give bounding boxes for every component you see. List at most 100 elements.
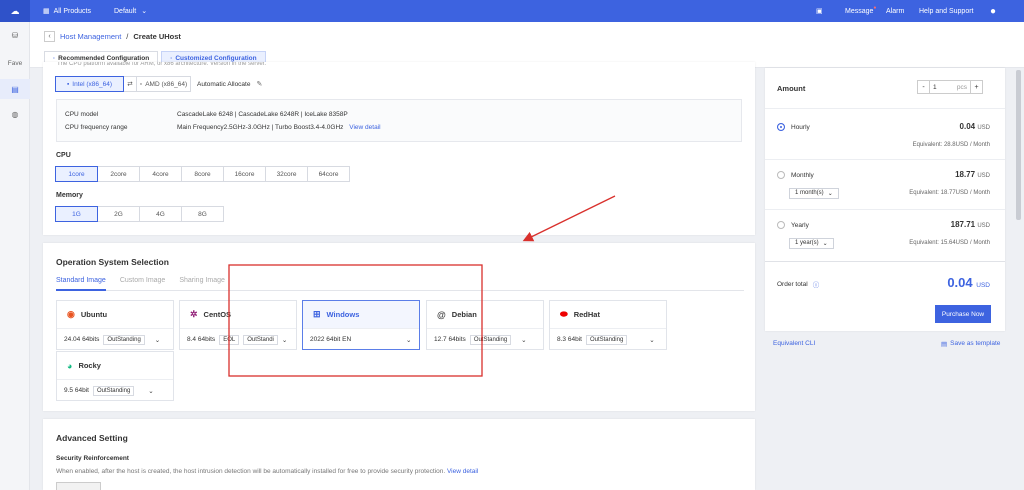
arch-selector: ▪ Intel (x86_64) ⇄ ▫ AMD (x86_64) Automati…	[55, 76, 262, 92]
edit-icon[interactable]: ✎	[256, 80, 262, 88]
os-card-ubuntu[interactable]: ◉ Ubuntu 24.04 64bits OutStanding ⌄	[56, 300, 174, 350]
chevron-down-icon: ⌄	[154, 336, 161, 344]
year-select[interactable]: 1 year(s) ⌄	[789, 238, 834, 249]
chevron-down-icon: ⌄	[649, 336, 655, 344]
monitor-icon[interactable]: ⛁	[0, 28, 30, 42]
host-icon[interactable]: ▤	[0, 79, 30, 99]
version-select[interactable]: 24.04 64bits OutStanding ⌄	[57, 329, 173, 350]
memory-options: 1G 2G 4G 8G	[55, 206, 224, 222]
user-avatar-icon[interactable]: ●	[990, 0, 996, 22]
version-select[interactable]: 8.4 64bits EOL OutStandi ⌄	[180, 329, 296, 350]
tab-standard-image[interactable]: Standard Image	[56, 277, 106, 291]
cpu-option[interactable]: 16core	[223, 166, 266, 182]
security-toggle[interactable]	[56, 482, 101, 490]
order-total-label: Order total ⓘ	[777, 279, 820, 290]
equivalent-cli-link[interactable]: Equivalent CLI	[773, 340, 815, 347]
advanced-title: Advanced Setting	[56, 433, 128, 443]
cpu-option[interactable]: 4core	[139, 166, 182, 182]
memory-option[interactable]: 1G	[55, 206, 98, 222]
windows-icon: ⊞	[313, 309, 321, 319]
tab-custom-image[interactable]: Custom Image	[120, 277, 166, 290]
chevron-down-icon: ⌄	[148, 387, 154, 395]
cpu-option[interactable]: 1core	[55, 166, 98, 182]
message-link[interactable]: Message ●	[845, 0, 876, 22]
clipped-description: The CPU platform available for ARM, or x…	[57, 62, 267, 67]
globe-icon[interactable]: ◍	[0, 107, 30, 121]
amount-input[interactable]: 1 pcs	[930, 80, 970, 94]
cpu-option[interactable]: 2core	[97, 166, 140, 182]
amd-icon: ▫	[139, 80, 143, 88]
scrollbar[interactable]	[1016, 70, 1021, 220]
plus-button[interactable]: +	[970, 80, 983, 94]
os-card-windows[interactable]: ⊞ Windows 2022 64bit EN ⌄	[302, 300, 420, 350]
amount-label: Amount	[777, 84, 806, 93]
memory-option[interactable]: 4G	[139, 206, 182, 222]
billing-monthly[interactable]: Monthly	[777, 171, 814, 179]
logo-icon[interactable]: ☁	[0, 0, 30, 22]
chevron-down-icon: ⌄	[822, 241, 828, 247]
amount-stepper: - 1 pcs +	[917, 80, 983, 94]
redhat-icon: ⬬	[560, 309, 568, 319]
breadcrumb-parent[interactable]: Host Management	[60, 32, 121, 41]
radio-yearly[interactable]	[777, 221, 785, 229]
version-select[interactable]: 12.7 64bits OutStanding ⌄	[427, 329, 543, 350]
cpu-config-card: The CPU platform available for ARM, or x…	[43, 62, 755, 235]
version-select[interactable]: 8.3 64bit OutStanding ⌄	[550, 329, 666, 350]
breadcrumb: ‹ Host Management / Create UHost	[44, 31, 181, 42]
region-dropdown[interactable]: Default ⌄	[114, 0, 147, 22]
help-link[interactable]: Help and Support	[919, 0, 973, 22]
cpu-option[interactable]: 32core	[265, 166, 308, 182]
os-card-redhat[interactable]: ⬬ RedHat 8.3 64bit OutStanding ⌄	[549, 300, 667, 350]
memory-label: Memory	[56, 192, 83, 199]
cpu-options: 1core 2core 4core 8core 16core 32core 64…	[55, 166, 350, 182]
breadcrumb-current: Create UHost	[133, 32, 181, 41]
arch-amd-button[interactable]: ▫ AMD (x86_64)	[136, 76, 191, 92]
order-panel: Amount - 1 pcs + Hourly 0.04 USD Equivale…	[765, 68, 1005, 331]
billing-yearly[interactable]: Yearly	[777, 221, 809, 229]
os-card-centos[interactable]: ✲ CentOS 8.4 64bits EOL OutStandi ⌄	[179, 300, 297, 350]
version-select[interactable]: 2022 64bit EN ⌄	[303, 329, 419, 350]
tab-sharing-image[interactable]: Sharing Image	[179, 277, 225, 290]
minus-button[interactable]: -	[917, 80, 930, 94]
memory-option[interactable]: 8G	[181, 206, 224, 222]
all-products-menu[interactable]: ▦ All Products	[43, 0, 91, 22]
cpu-option[interactable]: 64core	[307, 166, 350, 182]
cpu-label: CPU	[56, 152, 71, 159]
chip-icon: ▪	[66, 80, 70, 88]
chevron-down-icon: ⌄	[406, 336, 412, 344]
info-icon[interactable]: ⓘ	[813, 279, 820, 289]
billing-hourly[interactable]: Hourly	[777, 123, 810, 131]
radio-monthly[interactable]	[777, 171, 785, 179]
left-sidebar: ⛁ Fave ▤ ◍	[0, 22, 30, 490]
save-template-link[interactable]: ▤ Save as template	[941, 340, 1000, 348]
purchase-now-button[interactable]: Purchase Now	[935, 305, 991, 323]
image-tabs: Standard Image Custom Image Sharing Imag…	[56, 277, 744, 291]
auto-allocate-label[interactable]: Automatic Allocate	[197, 81, 250, 88]
os-card-rocky[interactable]: ◕ Rocky 9.5 64bit OutStanding ⌄	[56, 351, 174, 401]
version-select[interactable]: 9.5 64bit OutStanding ⌄	[57, 380, 173, 401]
alarm-link[interactable]: Alarm	[886, 0, 904, 22]
view-detail-link[interactable]: View detail	[447, 468, 478, 475]
month-select[interactable]: 1 month(s) ⌄	[789, 188, 839, 199]
fave-label[interactable]: Fave	[0, 57, 30, 69]
security-label: Security Reinforcement	[56, 455, 129, 462]
console-icon[interactable]: ▣	[816, 0, 823, 22]
os-selection-card: Operation System Selection Standard Imag…	[43, 243, 755, 411]
memory-option[interactable]: 2G	[97, 206, 140, 222]
grid-icon: ▦	[43, 8, 50, 15]
order-total-price: 0.04 USD	[947, 275, 990, 290]
os-section-title: Operation System Selection	[56, 257, 169, 267]
chevron-down-icon: ⌄	[141, 8, 148, 15]
cpu-option[interactable]: 8core	[181, 166, 224, 182]
top-bar: ☁ ▦ All Products Default ⌄ ▣ Message ● Al…	[0, 0, 1024, 22]
os-card-debian[interactable]: @ Debian 12.7 64bits OutStanding ⌄	[426, 300, 544, 350]
cpu-info-panel: CPU model CascadeLake 6248 | CascadeLake…	[56, 99, 742, 142]
switch-icon[interactable]: ⇄	[123, 76, 137, 92]
back-button[interactable]: ‹	[44, 31, 55, 42]
chevron-down-icon: ⌄	[827, 191, 833, 197]
chevron-down-icon: ⌄	[281, 336, 288, 344]
arch-intel-button[interactable]: ▪ Intel (x86_64)	[55, 76, 124, 92]
view-detail-link[interactable]: View detail	[349, 124, 380, 131]
radio-hourly[interactable]	[777, 123, 785, 131]
security-description: When enabled, after the host is created,…	[56, 468, 446, 475]
